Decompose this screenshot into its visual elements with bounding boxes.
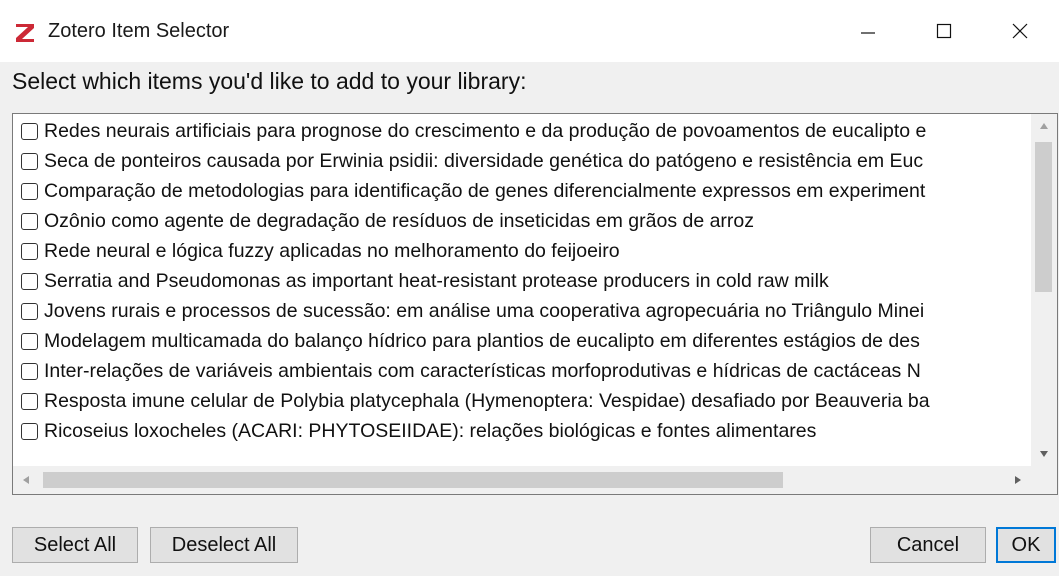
list-item[interactable]: Rede neural e lógica fuzzy aplicadas no … [13, 236, 1031, 266]
item-title: Inter-relações de variáveis ambientais c… [44, 359, 921, 382]
scroll-down-button[interactable] [1031, 442, 1057, 466]
item-checkbox[interactable] [21, 332, 38, 350]
list-item[interactable]: Resposta imune celular de Polybia platyc… [13, 386, 1031, 416]
item-checkbox[interactable] [21, 122, 38, 140]
items-listbox[interactable]: Redes neurais artificiais para prognose … [12, 113, 1058, 495]
item-title: Redes neurais artificiais para prognose … [44, 119, 927, 142]
list-item[interactable]: Seca de ponteiros causada por Erwinia ps… [13, 146, 1031, 176]
item-title: Serratia and Pseudomonas as important he… [44, 269, 829, 292]
item-checkbox[interactable] [21, 152, 38, 170]
select-all-button[interactable]: Select All [12, 527, 138, 563]
item-checkbox[interactable] [21, 242, 38, 260]
list-item[interactable]: Modelagem multicamada do balanço hídrico… [13, 326, 1031, 356]
chevron-down-icon [1040, 451, 1048, 457]
ok-button[interactable]: OK [996, 527, 1056, 563]
minimize-button[interactable] [838, 0, 898, 62]
chevron-up-icon [1040, 123, 1048, 129]
item-title: Jovens rurais e processos de sucessão: e… [44, 299, 925, 322]
window-title: Zotero Item Selector [48, 20, 230, 42]
close-button[interactable] [990, 0, 1050, 62]
cancel-button[interactable]: Cancel [870, 527, 986, 563]
item-title: Resposta imune celular de Polybia platyc… [44, 389, 930, 412]
scroll-left-button[interactable] [13, 466, 39, 494]
horizontal-scrollbar[interactable] [13, 466, 1031, 494]
list-item[interactable]: Ricoseius loxocheles (ACARI: PHYTOSEIIDA… [13, 416, 1031, 446]
vertical-scroll-thumb[interactable] [1035, 142, 1052, 292]
deselect-all-button[interactable]: Deselect All [150, 527, 298, 563]
maximize-button[interactable] [914, 0, 974, 62]
item-checkbox[interactable] [21, 272, 38, 290]
item-title: Comparação de metodologias para identifi… [44, 179, 926, 202]
item-title: Modelagem multicamada do balanço hídrico… [44, 329, 920, 352]
item-checkbox[interactable] [21, 212, 38, 230]
item-title: Rede neural e lógica fuzzy aplicadas no … [44, 239, 620, 262]
items-list: Redes neurais artificiais para prognose … [13, 114, 1031, 466]
maximize-icon [936, 23, 952, 39]
scroll-up-button[interactable] [1031, 114, 1057, 138]
item-checkbox[interactable] [21, 182, 38, 200]
zotero-logo-icon [14, 22, 36, 44]
item-title: Ricoseius loxocheles (ACARI: PHYTOSEIIDA… [44, 419, 817, 442]
close-icon [1012, 23, 1028, 39]
scroll-right-button[interactable] [1005, 466, 1031, 494]
chevron-left-icon [23, 476, 29, 484]
scrollbar-corner [1031, 466, 1057, 494]
item-checkbox[interactable] [21, 422, 38, 440]
item-title: Ozônio como agente de degradação de resí… [44, 209, 755, 232]
item-selector-window: Zotero Item Selector Select which items … [0, 0, 1059, 576]
list-item[interactable]: Comparação de metodologias para identifi… [13, 176, 1031, 206]
item-checkbox[interactable] [21, 302, 38, 320]
instruction-text: Select which items you'd like to add to … [12, 68, 527, 94]
horizontal-scroll-thumb[interactable] [43, 472, 783, 488]
vertical-scrollbar[interactable] [1031, 114, 1057, 466]
item-title: Seca de ponteiros causada por Erwinia ps… [44, 149, 924, 172]
list-item[interactable]: Jovens rurais e processos de sucessão: e… [13, 296, 1031, 326]
chevron-right-icon [1015, 476, 1021, 484]
minimize-icon [861, 32, 875, 34]
list-item[interactable]: Serratia and Pseudomonas as important he… [13, 266, 1031, 296]
list-item[interactable]: Redes neurais artificiais para prognose … [13, 116, 1031, 146]
item-checkbox[interactable] [21, 362, 38, 380]
item-checkbox[interactable] [21, 392, 38, 410]
title-bar: Zotero Item Selector [0, 0, 1059, 62]
list-item[interactable]: Inter-relações de variáveis ambientais c… [13, 356, 1031, 386]
list-item[interactable]: Ozônio como agente de degradação de resí… [13, 206, 1031, 236]
